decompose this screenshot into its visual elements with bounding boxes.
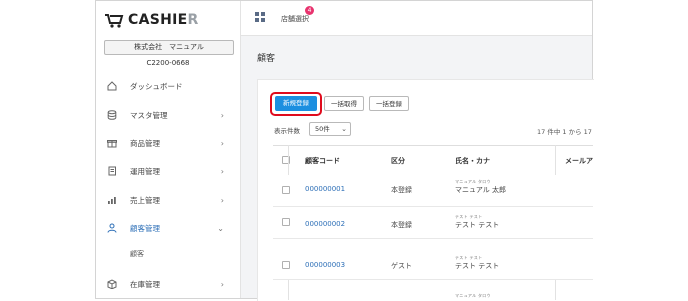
customer-code-link[interactable]: 000000001	[305, 185, 345, 193]
chevron-right-icon: ›	[220, 279, 224, 289]
new-register-button[interactable]: 新規登録	[275, 96, 317, 111]
chevron-down-icon: ⌄	[341, 125, 347, 133]
table-row[interactable]: 000000003 ゲスト テスト テスト テスト テスト	[273, 239, 593, 280]
sidebar-item-label: 売上管理	[130, 195, 160, 205]
customer-name: テスト テスト	[455, 221, 500, 229]
home-icon	[106, 81, 117, 92]
header-category[interactable]: 区分	[391, 146, 405, 176]
page-title: 顧客	[257, 54, 276, 64]
sidebar-item-label: 運用管理	[130, 166, 160, 176]
chevron-right-icon: ›	[220, 110, 224, 120]
sidebar-item-master[interactable]: マスタ管理 ›	[96, 106, 240, 124]
table-row[interactable]: 000000001 本登録 マニュアル タロウ マニュアル 太郎	[273, 175, 593, 207]
header-customer-code[interactable]: 顧客コード	[305, 146, 340, 176]
customer-category: 本登録	[391, 186, 412, 194]
header-name-kana[interactable]: 氏名・カナ	[455, 146, 490, 176]
notification-badge: 4	[305, 6, 314, 15]
top-bar: 店舗選択 4	[241, 1, 592, 36]
sidebar-item-label: 商品管理	[130, 138, 160, 148]
sidebar-item-label: 顧客管理	[130, 223, 160, 233]
chevron-right-icon: ›	[220, 195, 224, 205]
sidebar-item-inventory[interactable]: 在庫管理 ›	[96, 275, 240, 293]
customer-name: マニュアル 太郎	[455, 186, 507, 194]
sidebar-item-products[interactable]: 商品管理 ›	[96, 134, 240, 152]
customer-category: ゲスト	[391, 262, 412, 270]
gift-icon	[106, 138, 117, 149]
sidebar: CASHIER 株式会社 マニュアル C2200-0668 ダッシュボード マス…	[96, 1, 241, 298]
company-name[interactable]: 株式会社 マニュアル	[104, 40, 234, 55]
table-row[interactable]: 000000002 本登録 テスト テスト テスト テスト	[273, 207, 593, 239]
sidebar-subitem-customer[interactable]: 顧客	[130, 249, 144, 259]
per-page-label: 表示件数	[274, 127, 300, 135]
record-count-text: 17 件中 1 から 17	[537, 128, 592, 136]
header-email[interactable]: メールア	[565, 146, 593, 176]
grid-menu-icon[interactable]	[255, 12, 265, 22]
logo: CASHIER	[104, 9, 199, 31]
table-header: 顧客コード 区分 氏名・カナ メールア	[273, 145, 593, 177]
store-select[interactable]: 店舗選択	[281, 14, 309, 24]
per-page-select[interactable]: 50件 ⌄	[309, 122, 351, 136]
customer-category: 本登録	[391, 221, 412, 229]
chevron-right-icon: ›	[220, 166, 224, 176]
customer-code-link[interactable]: 000000002	[305, 220, 345, 228]
customer-kana: マニュアル タロウ	[455, 293, 491, 298]
database-icon	[106, 110, 117, 121]
sidebar-item-customers[interactable]: 顧客管理 ⌄	[96, 219, 240, 237]
sidebar-item-dashboard[interactable]: ダッシュボード	[96, 77, 240, 95]
logo-text: CASHIER	[128, 12, 199, 28]
customer-name: テスト テスト	[455, 262, 500, 270]
user-icon	[106, 223, 117, 234]
sidebar-item-label: 在庫管理	[130, 279, 160, 289]
row-checkbox[interactable]	[282, 261, 290, 269]
sidebar-item-label: ダッシュボード	[130, 81, 183, 91]
chevron-right-icon: ›	[220, 138, 224, 148]
box-icon	[106, 279, 117, 290]
row-checkbox[interactable]	[282, 218, 290, 226]
bar-chart-icon	[106, 195, 117, 206]
row-checkbox[interactable]	[282, 186, 290, 194]
sidebar-item-operations[interactable]: 運用管理 ›	[96, 162, 240, 180]
company-code: C2200-0668	[146, 59, 190, 67]
sidebar-item-label: マスタ管理	[130, 110, 168, 120]
bulk-get-button[interactable]: 一括取得	[324, 96, 364, 111]
customer-code-link[interactable]: 000000003	[305, 261, 345, 269]
chevron-down-icon: ⌄	[217, 223, 224, 233]
cart-icon	[105, 14, 124, 28]
sidebar-item-sales[interactable]: 売上管理 ›	[96, 191, 240, 209]
bulk-register-button[interactable]: 一括登録	[369, 96, 409, 111]
document-icon	[106, 166, 117, 177]
